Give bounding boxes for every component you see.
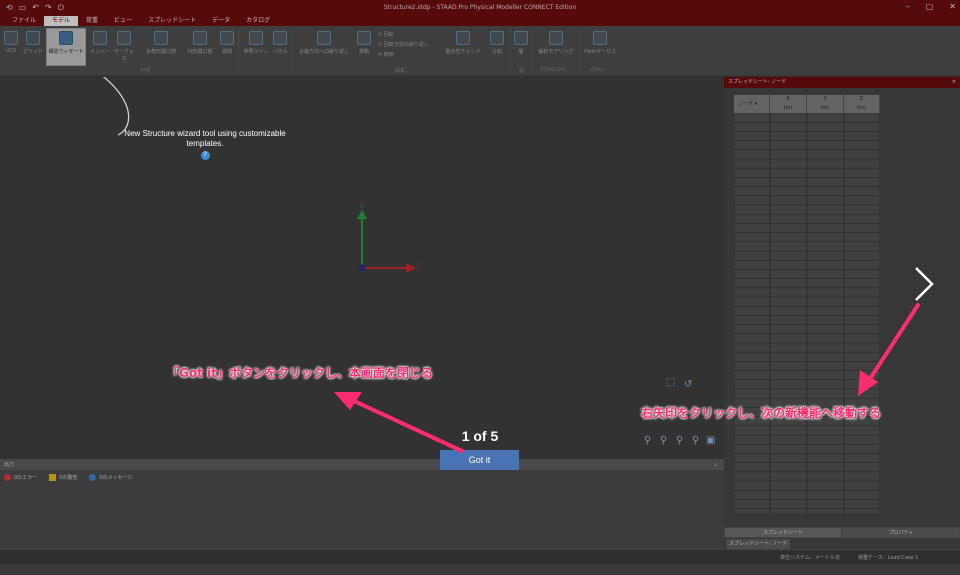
help-icon[interactable]: ? bbox=[200, 151, 210, 160]
window-title: Structure2.stdp - STAAD.Pro Physical Mod… bbox=[383, 4, 577, 11]
output-header: 出力 ⊥ bbox=[0, 460, 724, 470]
spreadsheet-panel: スプレッドシート: ノード × ノード ▾ X (m) Y (m) Z (m) スプレ… bbox=[724, 77, 960, 549]
close-icon[interactable]: × bbox=[952, 77, 956, 88]
got-it-button[interactable]: Got it bbox=[440, 450, 519, 470]
spreadsheet-header: スプレッドシート: ノード × bbox=[724, 77, 960, 88]
messages-tab[interactable]: 0のメッセージ bbox=[89, 474, 132, 481]
menu-load[interactable]: 荷重 bbox=[78, 16, 106, 26]
x-axis-arrow bbox=[406, 263, 416, 273]
zoom-out-icon[interactable]: ⚲ bbox=[676, 435, 683, 446]
annotation-next-hint: 右矢印をクリックし、次の新機能へ移動する bbox=[641, 406, 882, 420]
y-axis-label: Y bbox=[360, 205, 364, 211]
tooltip-pointer-curve bbox=[102, 77, 130, 136]
output-tabs: 0のエラー 0の警告 0のメッセージ bbox=[0, 470, 724, 485]
model-viewport[interactable]: Y X ⬚ ↺ ⚲ ⚲ ⚲ ⚲ ▣ bbox=[0, 77, 724, 459]
view-cube-icon[interactable]: ⬚ bbox=[666, 377, 675, 388]
viewport-graphics bbox=[102, 77, 416, 273]
ribbon-dim-overlay bbox=[0, 26, 960, 75]
y-axis-arrow bbox=[357, 210, 367, 219]
close-icon[interactable]: ✕ bbox=[949, 0, 956, 14]
info-icon bbox=[89, 474, 97, 481]
column-header-x[interactable]: X (m) bbox=[770, 95, 807, 113]
errors-tab[interactable]: 0のエラー bbox=[4, 474, 37, 481]
document-tab[interactable]: スプレッドシート: ノード bbox=[726, 539, 791, 549]
save-icon[interactable]: ▭ bbox=[19, 2, 27, 13]
maximize-icon[interactable]: ▢ bbox=[926, 0, 934, 14]
column-header-z[interactable]: Z (m) bbox=[844, 95, 880, 113]
redo-icon[interactable]: ↷ bbox=[45, 2, 52, 13]
chevron-right-icon[interactable] bbox=[910, 264, 940, 304]
annotation-close-hint: 「Got it」ボタンをクリックし、本画面を閉じる bbox=[167, 366, 433, 380]
unit-system-status: 単位システム：メートル法 bbox=[780, 555, 840, 561]
window-controls: – ▢ ✕ bbox=[906, 0, 956, 14]
x-axis-label: X bbox=[417, 263, 421, 269]
warnings-tab[interactable]: 0の警告 bbox=[49, 474, 77, 481]
ribbon: UCS グリッド 構造ウィザード メンバー サーフェス 多角形開口部 円形開口部… bbox=[0, 26, 960, 76]
orbit-icon[interactable]: ↺ bbox=[684, 379, 692, 390]
tooltip-text: New Structure wizard tool using customiz… bbox=[124, 129, 286, 148]
node-table[interactable]: ノード ▾ X (m) Y (m) Z (m) bbox=[734, 95, 880, 575]
fit-view-icon[interactable]: ▣ bbox=[706, 435, 715, 446]
app-logo-icon: ⟲ bbox=[6, 3, 13, 12]
column-header-y[interactable]: Y (m) bbox=[807, 95, 844, 113]
menu-model[interactable]: モデル bbox=[44, 16, 79, 26]
table-gridlines bbox=[734, 95, 880, 513]
column-header-node[interactable]: ノード ▾ bbox=[734, 95, 770, 113]
walkthrough-pager: 1 of 5 bbox=[461, 428, 499, 444]
pin-icon[interactable]: ⊥ bbox=[714, 460, 718, 470]
status-bar: 単位システム：メートル法 荷重ケース：Load Case 1 bbox=[0, 549, 960, 564]
menu-spreadsheet[interactable]: スプレッドシート bbox=[140, 16, 204, 26]
zoom-icon[interactable]: ⚲ bbox=[644, 435, 651, 446]
menu-bar: ファイル モデル 荷重 ビュー スプレッドシート データ カタログ bbox=[0, 16, 960, 26]
menu-catalog[interactable]: カタログ bbox=[238, 16, 278, 26]
menu-file[interactable]: ファイル bbox=[4, 16, 44, 26]
spreadsheet-title: スプレッドシート: ノード bbox=[728, 79, 787, 85]
zoom-in-icon[interactable]: ⚲ bbox=[660, 435, 667, 446]
output-title: 出力 bbox=[4, 462, 15, 468]
menu-view[interactable]: ビュー bbox=[106, 16, 140, 26]
quick-access-toolbar: ⟲ ▭ ↶ ↷ ⏻ bbox=[6, 2, 64, 13]
error-icon bbox=[4, 474, 11, 481]
feature-tooltip: New Structure wizard tool using customiz… bbox=[110, 129, 300, 160]
zoom-extents-icon[interactable]: ⚲ bbox=[692, 435, 699, 446]
minimize-icon[interactable]: – bbox=[906, 0, 910, 14]
origin-point bbox=[358, 264, 366, 272]
tab-spreadsheet[interactable]: スプレッドシート bbox=[724, 527, 842, 538]
load-case-status: 荷重ケース：Load Case 1 bbox=[858, 555, 919, 561]
warning-icon bbox=[49, 474, 57, 481]
title-bar: Structure2.stdp - STAAD.Pro Physical Mod… bbox=[0, 0, 960, 16]
menu-data[interactable]: データ bbox=[204, 16, 238, 26]
undo-icon[interactable]: ↶ bbox=[32, 2, 39, 13]
spreadsheet-bottom-tabs: スプレッドシート プロパティ bbox=[724, 527, 960, 538]
output-panel: 出力 ⊥ 0のエラー 0の警告 0のメッセージ bbox=[0, 459, 724, 549]
power-icon[interactable]: ⏻ bbox=[58, 2, 64, 13]
tab-properties[interactable]: プロパティ bbox=[842, 527, 960, 538]
